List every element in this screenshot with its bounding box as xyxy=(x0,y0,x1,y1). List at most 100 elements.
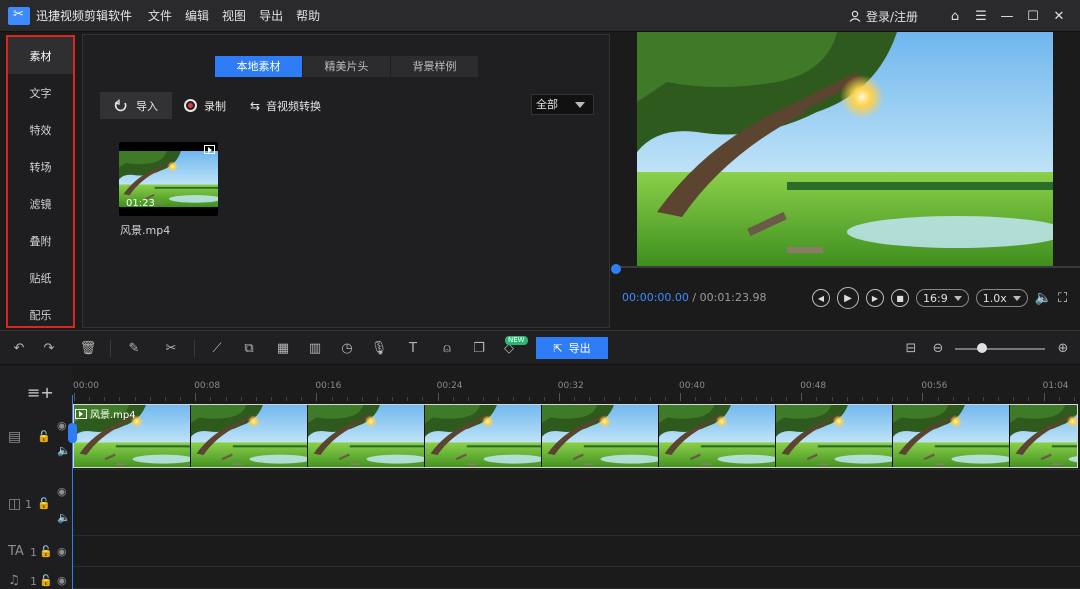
volume-icon[interactable]: 🔈 xyxy=(1035,290,1052,306)
import-button[interactable]: 导入 xyxy=(100,92,172,119)
ruler-minor-tick xyxy=(452,397,454,401)
tab-backgrounds[interactable]: 背景样例 xyxy=(391,56,478,77)
menu-help[interactable]: 帮助 xyxy=(296,7,320,24)
edit-toolbar: ↶ ↷ 🗑 ✎ ✂ ⟋ ⧉ ▦ ▥ ◷ 🎙 T ⍝ ❐ ◇ NEW ⇱ 导出 ⊟ … xyxy=(0,330,1080,365)
visibility-icon[interactable]: ◉ xyxy=(57,574,67,587)
resize-icon[interactable]: ⧉ xyxy=(240,339,258,357)
next-frame-icon[interactable]: ▶ xyxy=(866,289,884,307)
ruler-minor-tick xyxy=(998,397,1000,401)
lock-icon[interactable]: 🔓 xyxy=(37,430,51,443)
visibility-icon[interactable]: ◉ xyxy=(57,485,67,498)
ruler-minor-tick xyxy=(225,397,227,401)
export-button[interactable]: ⇱ 导出 xyxy=(536,337,608,359)
menu-view[interactable]: 视图 xyxy=(222,7,246,24)
video-clip[interactable] xyxy=(73,404,1078,468)
zoom-out-icon[interactable]: ⊖ xyxy=(929,339,947,357)
media-item[interactable]: 01:23 xyxy=(119,142,218,216)
ruler-minor-tick xyxy=(892,397,894,401)
tab-intros[interactable]: 精美片头 xyxy=(303,56,390,77)
close-icon[interactable]: ✕ xyxy=(1048,5,1070,27)
sidebar-item-transitions[interactable]: 转场 xyxy=(8,148,73,185)
lock-icon[interactable]: 🔓 xyxy=(39,545,53,558)
fit-timeline-icon[interactable]: ⊟ xyxy=(902,339,920,357)
ruler-minor-tick xyxy=(89,397,91,401)
record-button[interactable]: 录制 xyxy=(184,98,226,114)
ruler-minor-tick xyxy=(619,397,621,401)
av-convert-button[interactable]: ⇆ 音视频转换 xyxy=(250,98,321,114)
voice-change-icon[interactable]: ⍝ xyxy=(438,339,456,357)
mosaic-icon[interactable]: ▦ xyxy=(274,339,292,357)
preview-scrubber[interactable] xyxy=(612,266,1080,268)
prev-frame-icon[interactable]: ◀ xyxy=(812,289,830,307)
audio-icon[interactable]: 🔈 xyxy=(57,511,71,524)
split-icon[interactable]: ✂ xyxy=(162,339,180,357)
ruler-minor-tick xyxy=(695,397,697,401)
lock-icon[interactable]: 🔓 xyxy=(39,574,53,587)
sidebar-item-text[interactable]: 文字 xyxy=(8,74,73,111)
menu-export[interactable]: 导出 xyxy=(259,7,283,24)
crop-icon[interactable]: ⟋ xyxy=(208,339,226,357)
scrubber-handle[interactable] xyxy=(611,264,621,274)
sidebar-item-music[interactable]: 配乐 xyxy=(8,296,73,333)
tab-local-media[interactable]: 本地素材 xyxy=(215,56,302,77)
time-ruler[interactable]: 00:00 00:08 00:16 00:24 00:32 00:40 00:48 00:56… xyxy=(72,366,1080,403)
audio-wave-icon[interactable]: ▥ xyxy=(306,339,324,357)
sidebar-item-media[interactable]: 素材 xyxy=(8,37,73,74)
video-type-icon xyxy=(204,145,215,154)
ruler-minor-tick xyxy=(1073,397,1075,401)
zoom-slider[interactable] xyxy=(955,348,1045,350)
ruler-tick xyxy=(1043,393,1045,401)
login-button[interactable]: 登录/注册 xyxy=(849,8,918,25)
ruler-minor-tick xyxy=(649,397,651,401)
fullscreen-icon[interactable]: ⛶ xyxy=(1058,291,1067,306)
playhead-handle[interactable] xyxy=(68,423,77,443)
redo-icon[interactable]: ↷ xyxy=(40,339,58,357)
audio-icon[interactable]: 🔈 xyxy=(57,444,71,457)
clip-label: 风景.mp4 xyxy=(75,406,136,421)
music-track-number: 1 xyxy=(30,575,37,588)
zoom-in-icon[interactable]: ⊕ xyxy=(1054,339,1072,357)
sidebar-item-overlay[interactable]: 叠附 xyxy=(8,222,73,259)
delete-icon[interactable]: 🗑 xyxy=(79,339,97,357)
ruler-minor-tick xyxy=(664,397,666,401)
visibility-icon[interactable]: ◉ xyxy=(57,545,67,558)
ruler-tick-label: 00:00 xyxy=(73,381,99,391)
add-track-icon[interactable]: ≡+ xyxy=(27,383,54,402)
menu-icon[interactable]: ☰ xyxy=(970,5,992,27)
speed-select[interactable]: 1.0x xyxy=(975,289,1028,307)
text-to-speech-icon[interactable]: T xyxy=(404,339,422,357)
aspect-ratio-select[interactable]: 16:9 xyxy=(916,289,969,307)
menu-file[interactable]: 文件 xyxy=(148,7,172,24)
edit-icon[interactable]: ✎ xyxy=(125,339,143,357)
undo-icon[interactable]: ↶ xyxy=(10,339,28,357)
mic-icon[interactable]: 🎙 xyxy=(370,339,388,357)
ruler-tick xyxy=(316,393,318,401)
home-icon[interactable]: ⌂ xyxy=(944,5,966,27)
ruler-minor-tick xyxy=(240,397,242,401)
ruler-minor-tick xyxy=(331,397,333,401)
record-label: 录制 xyxy=(204,99,226,113)
media-filter-select[interactable]: 全部 xyxy=(531,94,594,115)
text-track-icon: TA xyxy=(8,544,24,559)
app-logo-icon xyxy=(8,6,30,25)
ruler-tick xyxy=(680,393,681,401)
ruler-minor-tick xyxy=(104,397,106,401)
new-badge: NEW xyxy=(505,336,528,345)
visibility-icon[interactable]: ◉ xyxy=(57,419,67,432)
stop-icon[interactable]: ■ xyxy=(891,289,909,307)
duration-icon[interactable]: ◷ xyxy=(338,339,356,357)
sidebar-item-stickers[interactable]: 贴纸 xyxy=(8,259,73,296)
sidebar-item-filters[interactable]: 滤镜 xyxy=(8,185,73,222)
clip-frame-thumbnail xyxy=(308,405,425,467)
play-icon[interactable]: ▶ xyxy=(837,287,859,309)
maximize-icon[interactable]: ☐ xyxy=(1022,5,1044,27)
import-icon xyxy=(114,99,127,111)
minimize-icon[interactable]: — xyxy=(996,5,1018,27)
zoom-slider-handle[interactable] xyxy=(977,343,987,353)
ruler-tick xyxy=(195,393,197,401)
pip-icon[interactable]: ❐ xyxy=(470,339,488,357)
sidebar-item-effects[interactable]: 特效 xyxy=(8,111,73,148)
menu-edit[interactable]: 编辑 xyxy=(185,7,209,24)
lock-icon[interactable]: 🔓 xyxy=(37,497,51,510)
ruler-minor-tick xyxy=(876,397,878,401)
